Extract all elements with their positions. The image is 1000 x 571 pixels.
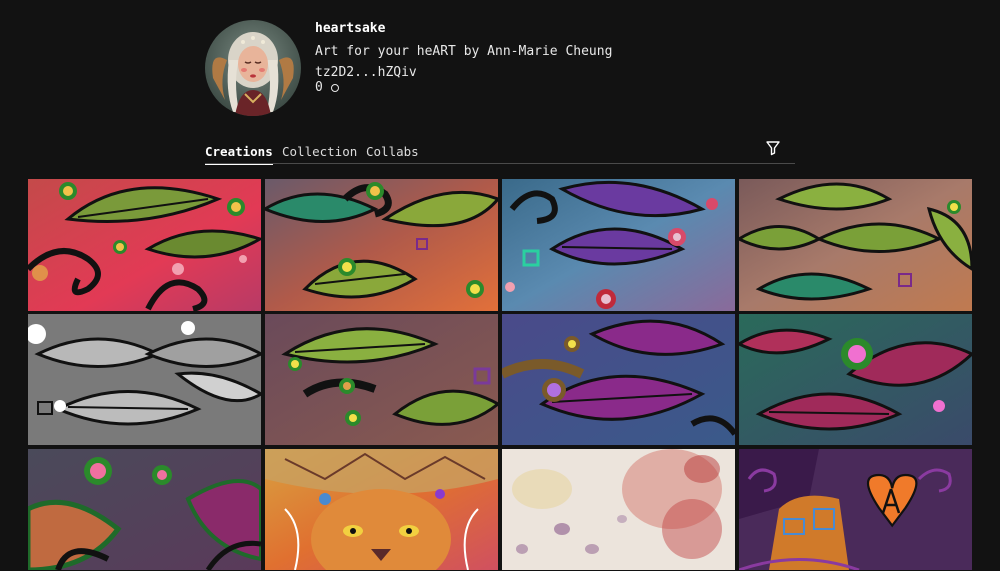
artwork-image: [739, 179, 972, 311]
profile-page: heartsake Art for your heART by Ann-Mari…: [0, 0, 1000, 571]
filter-icon: [766, 141, 780, 156]
angel-portrait-image: [205, 20, 301, 116]
artwork-image: [28, 179, 261, 311]
artwork-image: [28, 449, 261, 570]
grid-item-leaf-art-orange[interactable]: [265, 179, 498, 311]
grid-item-leaf-art-grayscale[interactable]: [28, 314, 261, 445]
grid-item-leaf-art-pink-dots[interactable]: [28, 449, 261, 570]
username: heartsake: [315, 21, 386, 36]
balance-value: 0: [315, 80, 323, 95]
grid-item-lion-art[interactable]: [265, 449, 498, 570]
profile-meta: heartsake Art for your heART by Ann-Mari…: [315, 20, 612, 116]
profile-tabs: Creations Collection Collabs: [205, 140, 795, 165]
balance: 0: [315, 80, 612, 95]
wallet-address[interactable]: tz2D2...hZQiv: [315, 65, 612, 80]
artwork-image: [502, 179, 735, 311]
grid-item-leaf-art-blue-purple[interactable]: [502, 179, 735, 311]
grid-item-watercolor-art[interactable]: [502, 449, 735, 570]
grid-item-leaf-art-purple-blue[interactable]: [502, 314, 735, 445]
tez-icon: [330, 83, 339, 92]
profile-header: heartsake Art for your heART by Ann-Mari…: [205, 20, 612, 116]
grid-item-leaf-art-green-dark[interactable]: [265, 314, 498, 445]
avatar[interactable]: [205, 20, 301, 116]
artwork-image: [739, 449, 972, 570]
artwork-image: [502, 314, 735, 445]
artwork-image: [502, 449, 735, 570]
tab-creations[interactable]: Creations: [205, 144, 273, 165]
grid-item-leaf-art-magenta[interactable]: [739, 314, 972, 445]
artwork-image: [739, 314, 972, 445]
tab-collabs[interactable]: Collabs: [366, 144, 419, 159]
filter-button[interactable]: [765, 140, 781, 156]
artwork-image: [28, 314, 261, 445]
grid-item-leaf-art-green[interactable]: [739, 179, 972, 311]
grid-item-heart-monogram-art[interactable]: [739, 449, 972, 570]
artwork-image: [265, 179, 498, 311]
artwork-image: [265, 314, 498, 445]
artwork-image: [265, 449, 498, 570]
tab-collection[interactable]: Collection: [282, 144, 357, 159]
profile-bio: Art for your heART by Ann-Marie Cheung: [315, 44, 613, 59]
grid-item-leaf-art-red[interactable]: [28, 179, 261, 311]
